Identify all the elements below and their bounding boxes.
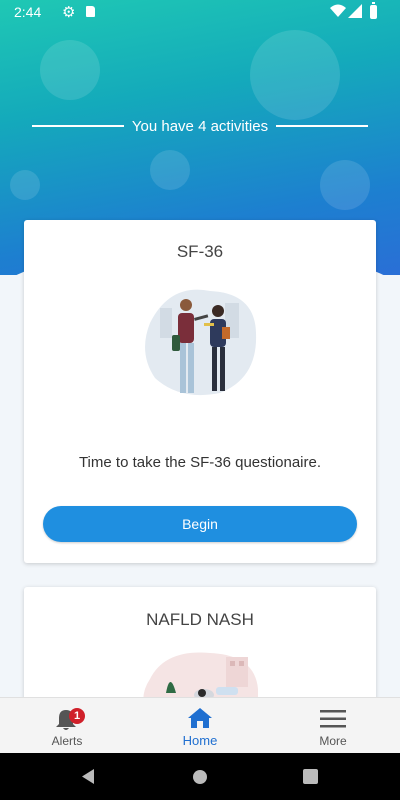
card-title: NAFLD NASH	[146, 610, 254, 629]
nav-home-label: Home	[182, 733, 218, 748]
begin-button[interactable]: Begin	[43, 506, 357, 542]
back-icon[interactable]	[80, 768, 96, 785]
card-description: Time to take the SF-36 questionaire.	[78, 454, 322, 471]
status-bar: 2:44 ⚙	[0, 0, 400, 24]
recents-icon[interactable]	[303, 769, 318, 784]
home-icon	[188, 708, 212, 728]
hamburger-icon	[320, 710, 346, 728]
system-navigation-bar	[0, 753, 400, 800]
nav-alerts[interactable]: 1 Alerts	[27, 698, 107, 754]
nav-alerts-label: Alerts	[51, 734, 83, 748]
header-divider-right	[276, 125, 369, 127]
activity-card: SF-36 Time to take the SF-36 questionair…	[24, 220, 376, 563]
sd-card-icon	[86, 6, 95, 17]
nav-more-label: More	[319, 734, 347, 748]
home-circle-icon[interactable]	[192, 769, 208, 785]
activity-count-header: You have 4 activities	[0, 114, 400, 138]
nav-home[interactable]: Home	[160, 698, 240, 754]
card-title: SF-36	[176, 242, 224, 261]
signal-icon	[348, 4, 362, 18]
bottom-navigation: 1 Alerts Home More	[0, 697, 400, 754]
alerts-badge: 1	[69, 708, 85, 724]
wifi-icon	[330, 4, 346, 17]
two-people-with-tablet-illustration	[145, 289, 257, 396]
header-divider-left	[31, 125, 124, 127]
battery-icon	[370, 2, 377, 19]
activity-count-text: You have 4 activities	[131, 117, 269, 135]
nav-more[interactable]: More	[293, 698, 373, 754]
status-time: 2:44	[14, 4, 42, 20]
gear-icon: ⚙	[62, 4, 76, 21]
